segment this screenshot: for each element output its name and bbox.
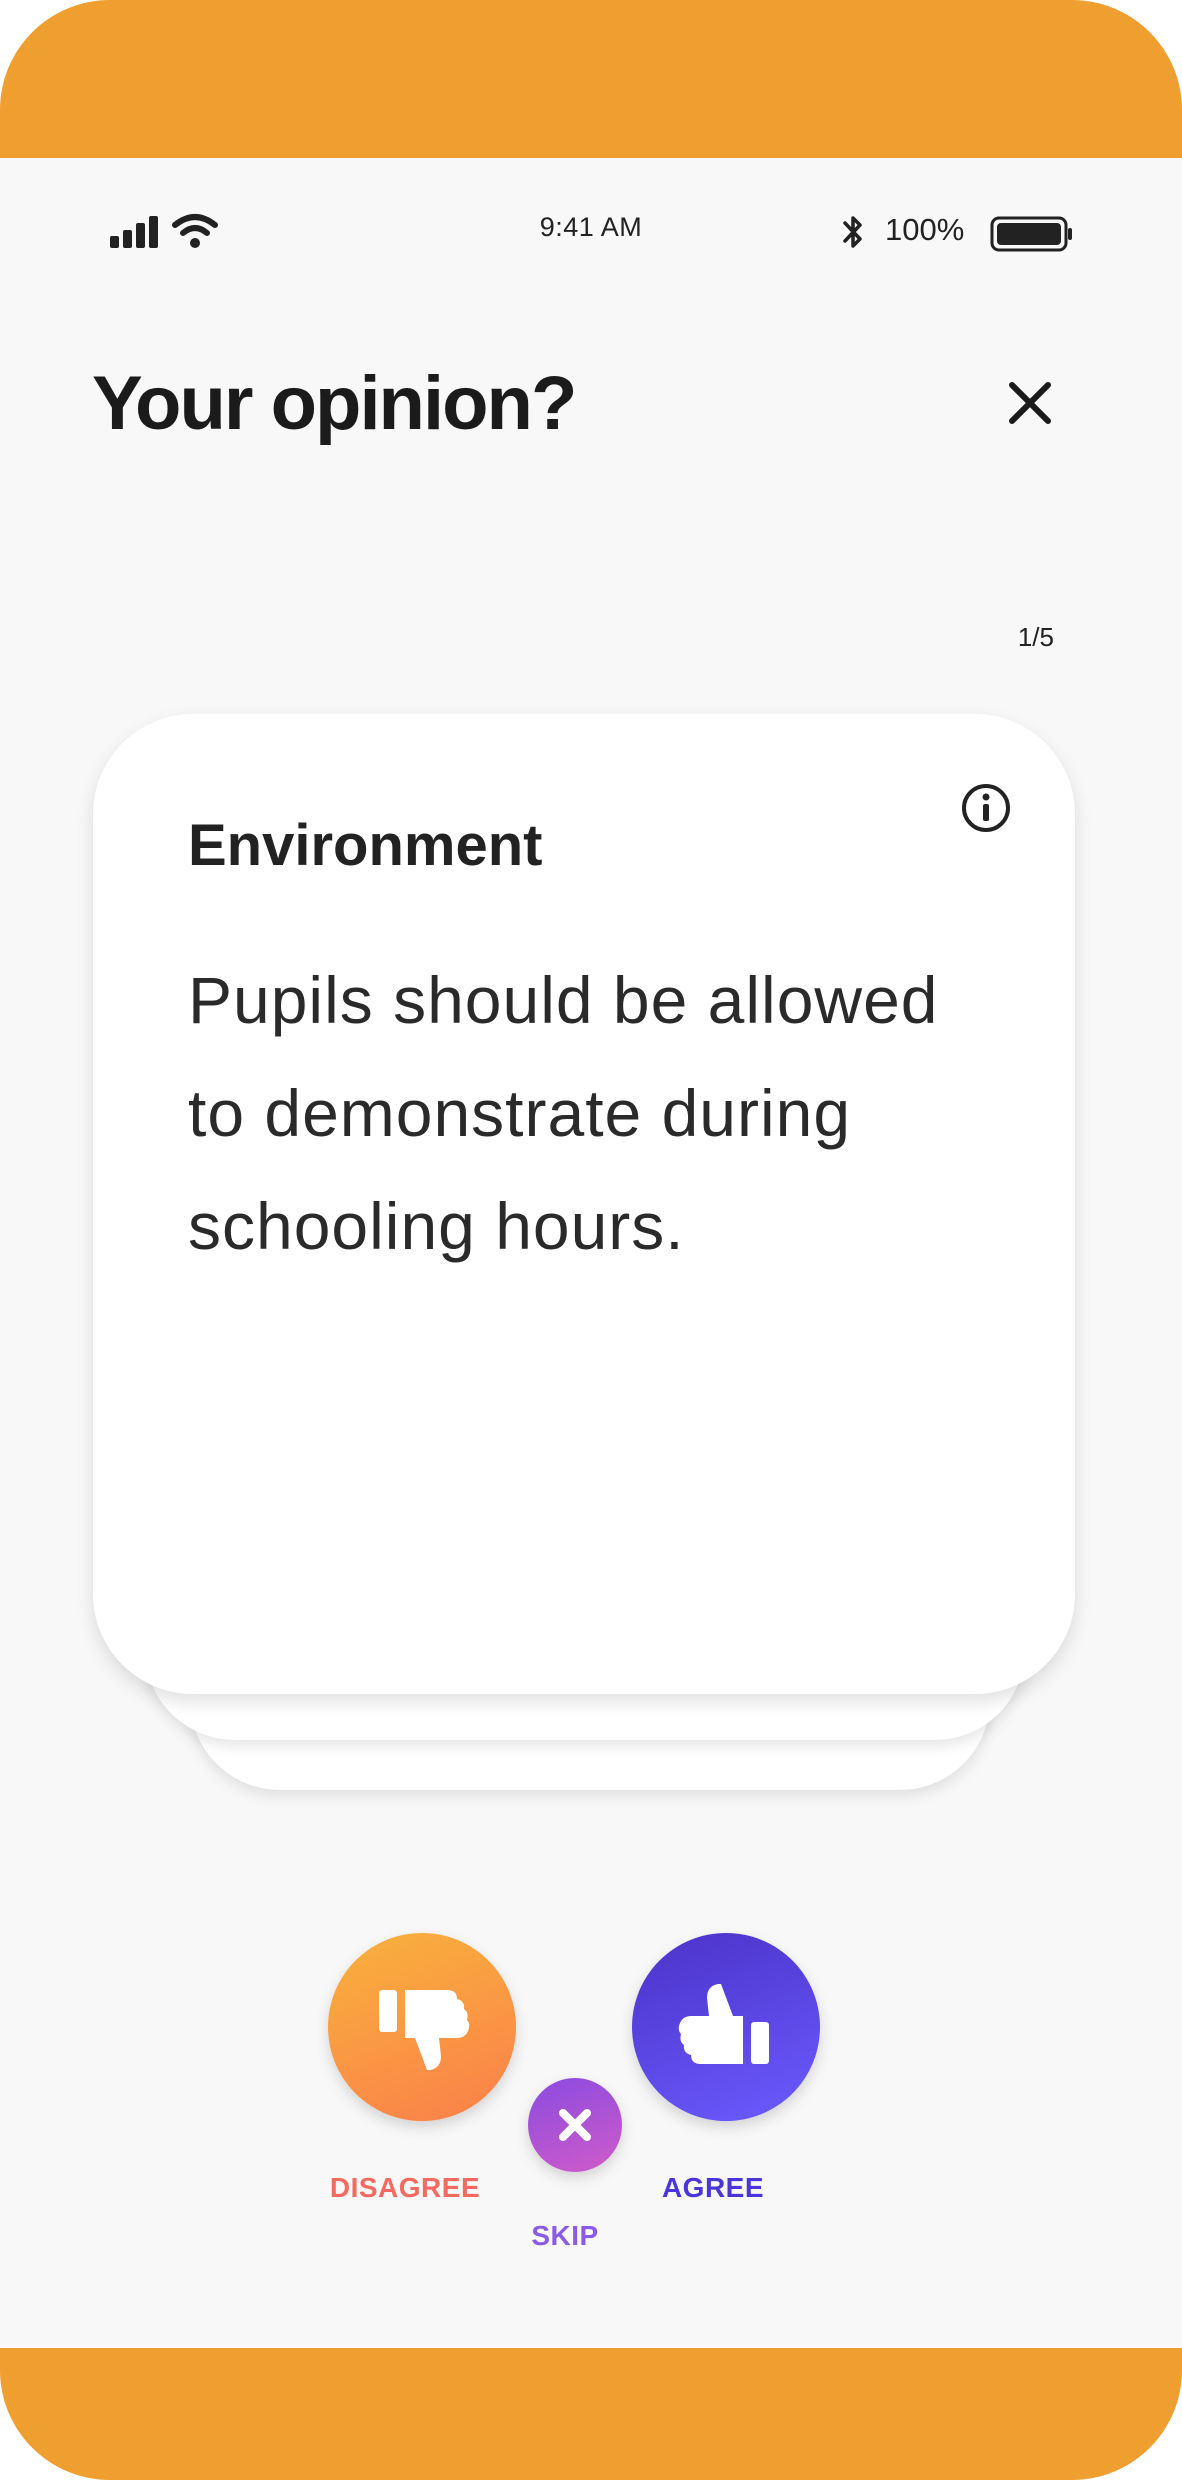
battery-icon xyxy=(990,216,1072,252)
disagree-button[interactable] xyxy=(328,1933,516,2121)
bluetooth-icon xyxy=(843,216,862,248)
card-statement: Pupils should be allowed to demonstrate … xyxy=(188,963,939,1263)
agree-button[interactable] xyxy=(632,1933,820,2121)
page-title: Your opinion? xyxy=(92,361,577,446)
top-accent-band xyxy=(0,0,1182,158)
agree-label: AGREE xyxy=(661,2172,765,2203)
info-icon xyxy=(962,784,1010,832)
opinion-card[interactable]: Environment Pupils should be allowed to … xyxy=(93,714,1075,1694)
thumbs-up-icon xyxy=(678,1984,769,2064)
card-category: Environment xyxy=(188,813,543,878)
disagree-label: DISAGREE xyxy=(329,2172,481,2203)
bottom-accent-band xyxy=(0,2348,1182,2480)
phone-screen: 9:41 AM 100% Your opinion? 1/5 Environme… xyxy=(0,0,1182,2480)
battery-percent: 100% xyxy=(885,212,965,247)
skip-x-icon xyxy=(559,2109,591,2141)
skip-button[interactable] xyxy=(528,2078,622,2172)
close-icon xyxy=(1009,382,1051,424)
thumbs-down-icon xyxy=(379,1990,470,2070)
progress-indicator: 1/5 xyxy=(1017,622,1054,652)
skip-label: SKIP xyxy=(531,2220,599,2251)
info-button[interactable] xyxy=(958,780,1014,836)
close-button[interactable] xyxy=(995,368,1065,438)
